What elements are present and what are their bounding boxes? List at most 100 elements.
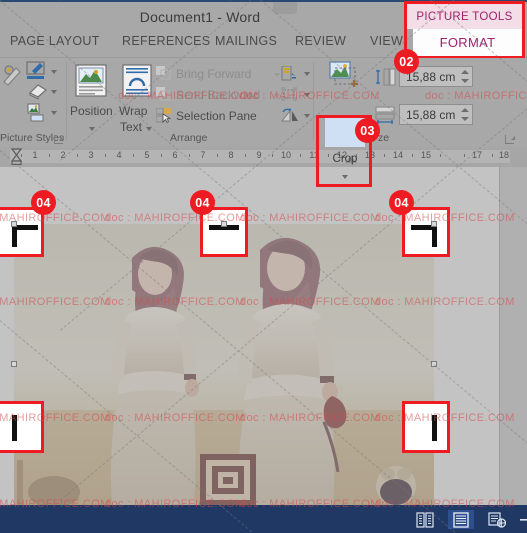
print-layout-view-button[interactable]: [448, 510, 474, 529]
ruler-number: 17: [471, 150, 482, 160]
selection-pane-label[interactable]: Selection Pane: [176, 109, 257, 123]
crop-chevron-down-icon[interactable]: [342, 175, 348, 179]
picture-effects-chevron-down-icon[interactable]: [51, 90, 57, 94]
group-chevron-down-icon[interactable]: [304, 93, 310, 97]
web-layout-view-button[interactable]: [484, 510, 510, 529]
crop-handle-top-right-v-front[interactable]: [432, 225, 437, 247]
crop-label[interactable]: Crop: [321, 153, 369, 165]
send-backward-chevron-down-icon[interactable]: [274, 94, 280, 98]
wrap-text-label-line2[interactable]: Text: [120, 120, 142, 134]
group-title-arrange: Arrange: [170, 132, 208, 144]
ribbon: ick es Picture Styles Position: [0, 57, 527, 187]
position-icon[interactable]: [73, 64, 109, 98]
wrap-text-label-line1[interactable]: Wrap: [119, 104, 147, 118]
web-layout-icon: [488, 511, 506, 528]
shape-width-field[interactable]: 15,88 cm: [399, 104, 473, 125]
bring-forward-icon: [156, 66, 171, 80]
tab-mailings[interactable]: MAILINGS: [215, 34, 277, 48]
crop-handle-middle-right-front[interactable]: [432, 415, 437, 441]
tab-format[interactable]: FORMAT: [413, 29, 522, 56]
ruler-number: 5: [144, 150, 150, 160]
selection-pane-icon: [156, 108, 172, 124]
group-title-size: ze: [378, 132, 390, 144]
annotation-box-top-left: [0, 207, 44, 257]
shape-width-value: 15,88 cm: [406, 108, 456, 122]
badge-03: 03: [355, 118, 380, 143]
ruler-number: 3: [88, 150, 94, 160]
annotation-box-middle-right: [402, 401, 450, 453]
shape-height-stepper[interactable]: [459, 68, 470, 85]
tab-review[interactable]: REVIEW: [295, 34, 346, 48]
print-layout-icon: [453, 511, 469, 528]
size-dialog-launcher[interactable]: [505, 135, 515, 144]
inserted-picture[interactable]: [14, 224, 434, 505]
annotation-box-middle-left: [0, 401, 44, 453]
tab-view[interactable]: VIEW: [370, 34, 403, 48]
selection-handle-top-left-front[interactable]: [11, 221, 17, 227]
document-canvas[interactable]: [0, 167, 527, 505]
group-separator-1: [66, 62, 67, 140]
status-bar: [0, 505, 527, 533]
read-mode-view-button[interactable]: [412, 510, 438, 529]
picture-styles-dialog-launcher[interactable]: [54, 135, 64, 144]
badge-02: 02: [394, 49, 419, 74]
selection-handle-middle-right[interactable]: [431, 361, 437, 367]
selection-handle-top-center-front[interactable]: [221, 221, 227, 227]
horizontal-ruler[interactable]: 1 2 3 4 5 6 7 8 9 10 11 12 13 14 15 17 1…: [0, 147, 527, 167]
position-chevron-down-icon[interactable]: [89, 127, 95, 131]
position-label[interactable]: Position: [70, 104, 113, 118]
group-objects-icon[interactable]: [281, 87, 297, 102]
shape-height-icon: [375, 68, 397, 86]
ruler-number: 9: [256, 150, 262, 160]
word-window: Document1 - Word PAGE LAYOUT REFERENCES …: [0, 0, 527, 533]
crop-icon: [326, 60, 366, 94]
ruler-number: 18: [498, 150, 509, 160]
picture-effects-icon[interactable]: [2, 62, 28, 86]
selection-handle-middle-left[interactable]: [11, 361, 17, 367]
wrap-text-chevron-down-icon[interactable]: [146, 127, 152, 131]
group-separator-2: [313, 62, 314, 140]
zoom-out-button[interactable]: [512, 510, 527, 529]
picture-layout-icon[interactable]: [27, 103, 49, 123]
ruler-number: 6: [172, 150, 178, 160]
ruler-number: 4: [116, 150, 122, 160]
bring-forward-label[interactable]: Bring Forward: [176, 67, 251, 81]
rotate-objects-icon[interactable]: [281, 108, 299, 123]
tab-page-layout[interactable]: PAGE LAYOUT: [10, 34, 100, 48]
ruler-number: 2: [60, 150, 66, 160]
badge-04-center: 04: [190, 190, 215, 215]
document-page[interactable]: [0, 167, 500, 505]
badge-04-right: 04: [389, 190, 414, 215]
bring-forward-chevron-down-icon[interactable]: [274, 73, 280, 77]
picture-border-icon[interactable]: [26, 61, 48, 81]
picture-grey-overlay: [14, 224, 434, 505]
annotation-box-top-center: [200, 207, 248, 257]
ruler-number: 15: [420, 150, 431, 160]
minus-icon: [520, 518, 527, 521]
selection-handle-top-right-front[interactable]: [431, 221, 437, 227]
shape-height-value: 15,88 cm: [406, 70, 456, 84]
ruler-number: 10: [280, 150, 291, 160]
ruler-number: 7: [200, 150, 206, 160]
picture-tools-highlight-box: PICTURE TOOLS FORMAT: [404, 1, 525, 58]
ruler-number: 1: [32, 150, 38, 160]
send-backward-icon: [156, 87, 171, 101]
wrap-text-icon[interactable]: [120, 64, 154, 98]
shape-width-icon: [375, 106, 397, 124]
picture-border-chevron-down-icon[interactable]: [51, 70, 57, 74]
rotate-chevron-down-icon[interactable]: [304, 114, 310, 118]
shape-width-stepper[interactable]: [459, 106, 470, 123]
picture-layout-chevron-down-icon[interactable]: [51, 111, 57, 115]
crop-handle-top-left-v-front[interactable]: [12, 225, 17, 247]
picture-tools-context-label: PICTURE TOOLS: [407, 4, 522, 29]
align-chevron-down-icon[interactable]: [304, 72, 310, 76]
crop-handle-middle-left-front[interactable]: [12, 415, 17, 441]
window-title: Document1 - Word: [139, 9, 261, 25]
annotation-box-top-right: [402, 207, 450, 257]
align-objects-icon[interactable]: [281, 66, 297, 81]
picture-eraser-icon[interactable]: [27, 82, 49, 100]
tab-references[interactable]: REFERENCES: [122, 34, 210, 48]
badge-04-left: 04: [31, 190, 56, 215]
read-mode-icon: [416, 511, 434, 528]
send-backward-label[interactable]: Send Backward: [176, 88, 260, 102]
